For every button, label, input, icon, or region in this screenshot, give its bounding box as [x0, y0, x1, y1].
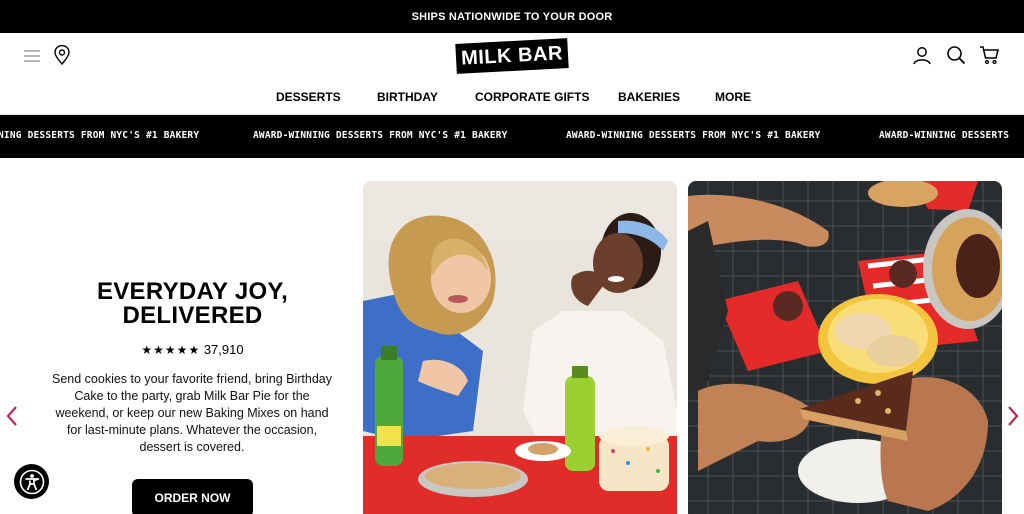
announcement-bar: SHIPS NATIONWIDE TO YOUR DOOR: [0, 0, 1024, 33]
accessibility-icon[interactable]: [14, 464, 49, 499]
rating-count: 37,910: [203, 342, 244, 357]
nav-corporate-gifts[interactable]: CORPORATE GIFTS: [475, 90, 589, 110]
carousel-prev-arrow[interactable]: [4, 403, 20, 429]
menu-icon[interactable]: [22, 46, 42, 66]
marquee-text: AWARD-WINNING DESSERTS FROM NYC'S #1 BAK…: [253, 130, 508, 141]
logo-text: MILK BAR: [460, 41, 564, 70]
site-header: MILK BAR DESSERTS BIRTHDAY CORPORATE GIF…: [0, 33, 1024, 115]
cart-icon[interactable]: [978, 44, 1000, 66]
marquee-banner: NING DESSERTS FROM NYC'S #1 BAKERY AWARD…: [0, 115, 1024, 158]
hero-image-friends: [363, 181, 677, 514]
rating-row[interactable]: ★★★★★ 37,910: [40, 342, 345, 357]
nav-label: BAKERIES: [618, 90, 681, 104]
nav-label: DESSERTS: [276, 90, 341, 104]
star-rating-icon: ★★★★★: [141, 343, 201, 357]
milk-bar-logo[interactable]: MILK BAR: [455, 38, 569, 74]
hero-headline: EVERYDAY JOY, DELIVERED: [40, 280, 345, 328]
search-icon[interactable]: [945, 44, 967, 66]
announcement-text: SHIPS NATIONWIDE TO YOUR DOOR: [411, 10, 613, 23]
marquee-text: NING DESSERTS FROM NYC'S #1 BAKERY: [0, 130, 200, 141]
hero-image-table-spread: [688, 181, 1002, 514]
nav-label: CORPORATE GIFTS: [475, 90, 590, 104]
nav-more[interactable]: MORE: [715, 90, 751, 110]
headline-line: EVERYDAY JOY,: [96, 278, 289, 305]
nav-birthday[interactable]: BIRTHDAY: [377, 90, 438, 110]
marquee-text: AWARD-WINNING DESSERTS: [879, 130, 1010, 141]
nav-label: BIRTHDAY: [377, 90, 438, 104]
headline-line: DELIVERED: [122, 302, 263, 329]
nav-label: MORE: [715, 90, 751, 104]
carousel-next-arrow[interactable]: [1005, 403, 1021, 429]
nav-desserts[interactable]: DESSERTS: [276, 90, 341, 110]
marquee-text: AWARD-WINNING DESSERTS FROM NYC'S #1 BAK…: [566, 130, 821, 141]
nav-bakeries[interactable]: BAKERIES: [618, 90, 680, 110]
hero-description: Send cookies to your favorite friend, br…: [52, 372, 333, 454]
order-now-button[interactable]: ORDER NOW: [132, 479, 253, 514]
account-icon[interactable]: [911, 44, 933, 66]
location-icon[interactable]: [51, 44, 73, 66]
